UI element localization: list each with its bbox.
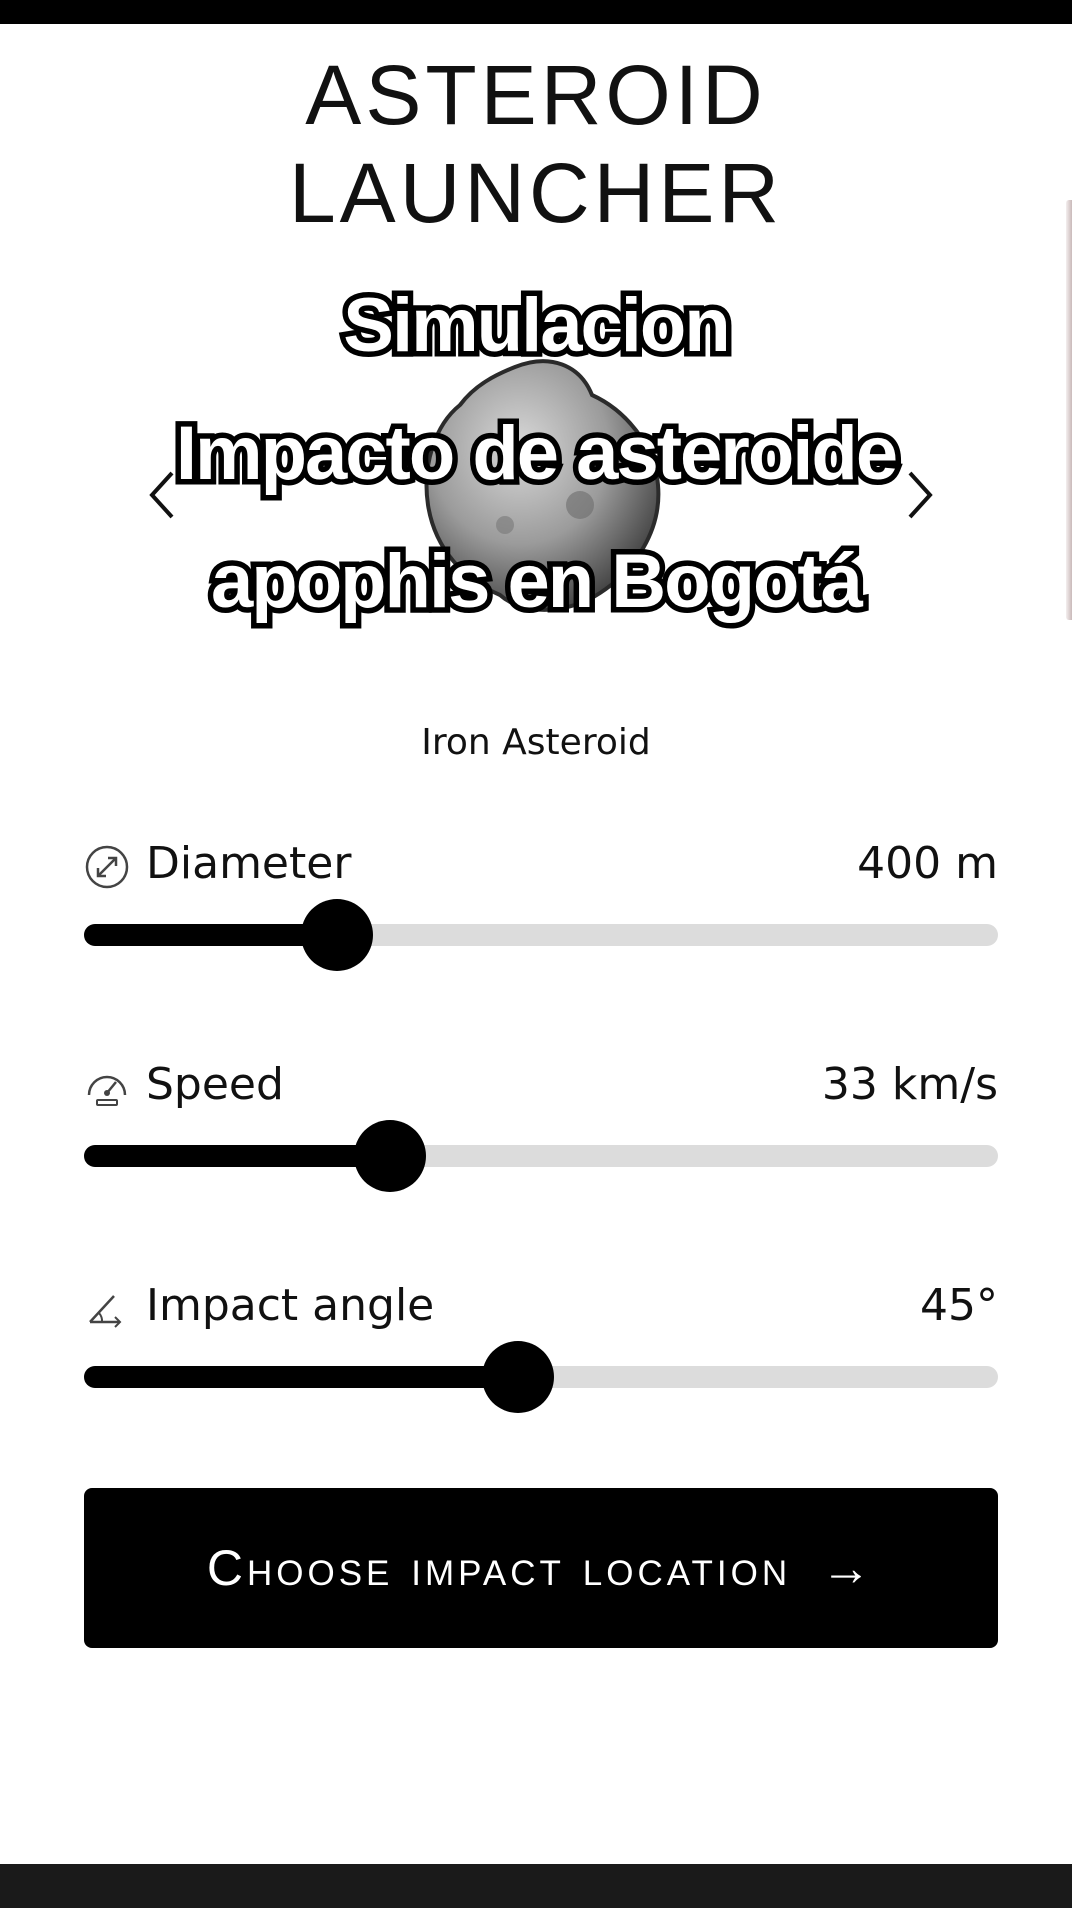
app-title-line-2: LAUNCHER: [288, 146, 784, 240]
app-title-line-1: ASTEROID: [305, 48, 767, 142]
speedometer-icon: [84, 1065, 130, 1111]
asteroid-type-label: Iron Asteroid: [421, 722, 651, 763]
diameter-slider-thumb[interactable]: [301, 899, 374, 971]
status-bar: [0, 0, 1072, 24]
diameter-slider-fill: [84, 924, 338, 946]
app-title: ASTEROID LAUNCHER: [0, 46, 1072, 242]
choose-impact-location-label: Choose impact location: [206, 1540, 792, 1596]
impact-angle-slider[interactable]: [84, 1341, 998, 1413]
video-caption-overlay: Simulacion Impacto de asteroide apophis …: [0, 262, 1072, 646]
diameter-label: Diameter: [146, 838, 352, 889]
speed-control: Speed 33 km/s: [84, 1053, 998, 1193]
caption-line-3: apophis en Bogotá: [206, 534, 869, 630]
diameter-control: Diameter 400 m: [84, 832, 998, 972]
arrow-right-icon: →: [821, 1540, 876, 1596]
app-screen: ASTEROID LAUNCHER Simulacion Impacto de …: [0, 0, 1072, 1908]
angle-icon: [84, 1286, 130, 1332]
diameter-row: Diameter 400 m: [84, 832, 998, 892]
impact-angle-slider-fill: [84, 1366, 519, 1388]
impact-angle-control: Impact angle 45°: [84, 1274, 998, 1414]
choose-impact-location-button[interactable]: Choose impact location →: [84, 1488, 998, 1648]
impact-angle-row: Impact angle 45°: [84, 1274, 998, 1334]
diameter-value: 400 m: [857, 838, 998, 889]
speed-slider[interactable]: [84, 1120, 998, 1192]
speed-value: 33 km/s: [821, 1059, 998, 1110]
navigation-bar: [0, 1864, 1072, 1908]
diameter-slider[interactable]: [84, 899, 998, 971]
speed-slider-thumb[interactable]: [354, 1120, 427, 1192]
caption-line-2: Impacto de asteroide: [170, 406, 903, 502]
speed-row: Speed 33 km/s: [84, 1053, 998, 1113]
diameter-arrow-icon: [84, 844, 130, 890]
impact-angle-label: Impact angle: [146, 1280, 435, 1331]
impact-angle-value: 45°: [920, 1280, 998, 1331]
caption-line-1: Simulacion: [338, 278, 736, 374]
speed-slider-fill: [84, 1145, 391, 1167]
impact-angle-slider-thumb[interactable]: [482, 1341, 555, 1413]
speed-label: Speed: [146, 1059, 284, 1110]
